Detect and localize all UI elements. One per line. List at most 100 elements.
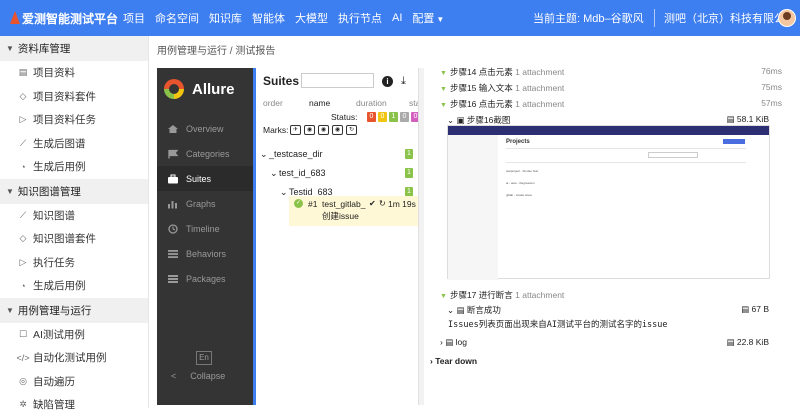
nav-project[interactable]: 项目: [118, 10, 150, 26]
sidebar-item-project-materials[interactable]: ▤ 项目资料: [0, 61, 148, 85]
allure-nav-suites[interactable]: Suites: [157, 166, 253, 191]
sidebar-item-material-task[interactable]: ▷ 项目资料任务: [0, 108, 148, 132]
nav-ai[interactable]: AI: [387, 12, 407, 24]
nav-namespace[interactable]: 命名空间: [150, 10, 204, 26]
step-14[interactable]: ▼ 步骤14 点击元素 1 attachment 76ms: [440, 66, 782, 78]
screenshot-divider: [506, 162, 746, 163]
col-name[interactable]: name: [309, 98, 330, 108]
count-badge: 1: [405, 149, 413, 159]
triangle-down-icon: ▼: [440, 102, 447, 109]
sidebar-item-graph-generated-cases[interactable]: ◔ 生成后用例: [0, 274, 148, 298]
pie-icon: ◔: [20, 280, 26, 291]
chart-line-icon: ⟋: [19, 137, 27, 148]
top-navbar: 爱测智能测试平台 项目 命名空间 知识库 智能体 大模型 执行节点 AI 配置 ▼…: [0, 0, 800, 36]
retries-mark-icon[interactable]: ↻: [346, 125, 357, 135]
sidebar-item-ai-cases[interactable]: ☐ AI测试用例: [0, 323, 148, 347]
collapse-button[interactable]: < Collapse: [171, 371, 225, 381]
status-skipped-badge[interactable]: 0: [400, 112, 409, 122]
status-broken-badge[interactable]: 0: [378, 112, 387, 122]
main-nav: 项目 命名空间 知识库 智能体 大模型 执行节点 AI 配置 ▼: [118, 0, 449, 36]
tree-node-test-id[interactable]: ⌄ test_id_683 1: [256, 164, 418, 183]
sidebar-item-auto-cases[interactable]: </> 自动化测试用例: [0, 346, 148, 370]
col-duration[interactable]: duration: [356, 98, 387, 108]
attachment-name: 步骤16截图: [466, 115, 511, 125]
passed-check-icon: ✔: [369, 199, 376, 208]
attachment-log[interactable]: › ▤ log ▤ 22.8 KiB: [440, 337, 769, 348]
status-label: Status:: [331, 112, 358, 122]
nav-knowledge[interactable]: 知识库: [204, 10, 247, 26]
attachment-size-value: 22.8 KiB: [736, 337, 769, 347]
allure-nav-overview[interactable]: Overview: [157, 116, 253, 141]
nav-agent[interactable]: 智能体: [247, 10, 290, 26]
bar-chart-icon: [168, 200, 177, 208]
sidebar-group-case-management[interactable]: ▼ 用例管理与运行: [0, 297, 148, 323]
teardown-section[interactable]: › Tear down: [430, 356, 477, 366]
sidebar-item-label: 生成后用例: [33, 161, 86, 174]
allure-nav-label: Suites: [186, 173, 212, 184]
attachment-size-value: 58.1 KiB: [736, 114, 769, 124]
col-order[interactable]: order: [263, 98, 283, 108]
step-label: 步骤14 点击元素: [449, 67, 513, 77]
sidebar-item-exec-task[interactable]: ▷ 执行任务: [0, 251, 148, 275]
test-case-row[interactable]: ✓ #1 test_gitlab_ 创建issue ✔ ↻ 1m 19s: [289, 196, 418, 226]
image-icon: ▣: [456, 115, 465, 125]
tree-node-label: _testcase_dir: [269, 149, 323, 159]
breadcrumb: 用例管理与运行 / 测试报告: [157, 46, 276, 57]
collapse-label: Collapse: [190, 371, 226, 381]
attachment-name: log: [455, 337, 467, 347]
sidebar-item-label: 项目资料任务: [33, 114, 96, 127]
company-name[interactable]: 测吧（北京）科技有限公司: [664, 0, 796, 36]
marks-label: Marks:: [263, 125, 289, 135]
chevron-left-icon: <: [171, 371, 177, 381]
step-15[interactable]: ▼ 步骤15 输入文本 1 attachment 75ms: [440, 82, 782, 94]
download-icon[interactable]: ⤓: [401, 75, 406, 88]
nav-config[interactable]: 配置 ▼: [407, 10, 449, 26]
sidebar-group-materials[interactable]: ▼ 资料库管理: [0, 36, 148, 61]
allure-nav-timeline[interactable]: Timeline: [157, 216, 253, 241]
allure-nav-graphs[interactable]: Graphs: [157, 191, 253, 216]
allure-nav-packages[interactable]: Packages: [157, 266, 253, 291]
sidebar-group-knowledge-graph[interactable]: ▼ 知识图谱管理: [0, 178, 148, 204]
sidebar-item-material-suite[interactable]: ◇ 项目资料套件: [0, 85, 148, 109]
screenshot-sidebar: [448, 135, 498, 280]
sidebar-item-graph-suite[interactable]: ◇ 知识图谱套件: [0, 227, 148, 251]
step-16[interactable]: ▼ 步骤16 点击元素 1 attachment 57ms: [440, 98, 782, 110]
theme-selector[interactable]: 当前主题: Mdb–谷歌风: [533, 0, 644, 36]
sidebar-item-defects[interactable]: ✲ 缺陷管理: [0, 393, 148, 417]
chevron-down-icon: ⌄: [280, 187, 288, 197]
status-failed-badge[interactable]: 0: [367, 112, 376, 122]
flaky-mark-icon[interactable]: ✈: [290, 125, 301, 135]
sidebar-item-generated-cases[interactable]: ◔ 生成后用例: [0, 155, 148, 179]
allure-sidebar: Allure Overview Categories Suites Graphs…: [157, 68, 253, 405]
sidebar-item-auto-traverse[interactable]: ◎ 自动遍历: [0, 370, 148, 394]
screenshot-attachment[interactable]: Projects testproject - Smoke Test ai - a…: [447, 125, 770, 280]
status-passed-badge[interactable]: 1: [389, 112, 398, 122]
allure-nav-behaviors[interactable]: Behaviors: [157, 241, 253, 266]
nav-llm[interactable]: 大模型: [290, 10, 333, 26]
flag-icon: [168, 149, 179, 158]
attachment-assertion[interactable]: ⌄ ▤ 断言成功 ▤ 67 B: [447, 304, 769, 316]
suites-search-input[interactable]: [301, 73, 374, 88]
info-icon[interactable]: i: [382, 76, 393, 87]
step-label: 步骤16 点击元素: [449, 99, 513, 109]
chevron-down-icon: ▼: [6, 186, 14, 196]
tree-node-testcase-dir[interactable]: ⌄ _testcase_dir 1: [256, 145, 418, 164]
language-button[interactable]: En: [196, 351, 212, 365]
sidebar-item-knowledge-graph[interactable]: ⟋ 知识图谱: [0, 204, 148, 228]
sidebar-item-generated-graph[interactable]: ⟋ 生成后图谱: [0, 132, 148, 156]
passed-icon: ✓: [294, 199, 303, 208]
play-circle-icon: ▷: [19, 256, 27, 267]
new-failed-mark-icon[interactable]: ◉: [304, 125, 315, 135]
attachment-size-value: 67 B: [751, 304, 770, 314]
nav-exec-node[interactable]: 执行节点: [333, 10, 387, 26]
attachment-size: ▤ 22.8 KiB: [726, 337, 769, 348]
allure-brand[interactable]: Allure: [157, 68, 253, 110]
allure-nav-categories[interactable]: Categories: [157, 141, 253, 166]
brand[interactable]: 爱测智能测试平台: [0, 10, 118, 27]
new-broken-mark-icon[interactable]: ◉: [332, 125, 343, 135]
step-17[interactable]: ▼ 步骤17 进行断言 1 attachment: [440, 289, 782, 301]
avatar[interactable]: [778, 9, 796, 27]
allure-nav-label: Packages: [186, 273, 226, 284]
new-passed-mark-icon[interactable]: ◉: [318, 125, 329, 135]
nav-config-label: 配置: [412, 13, 435, 25]
